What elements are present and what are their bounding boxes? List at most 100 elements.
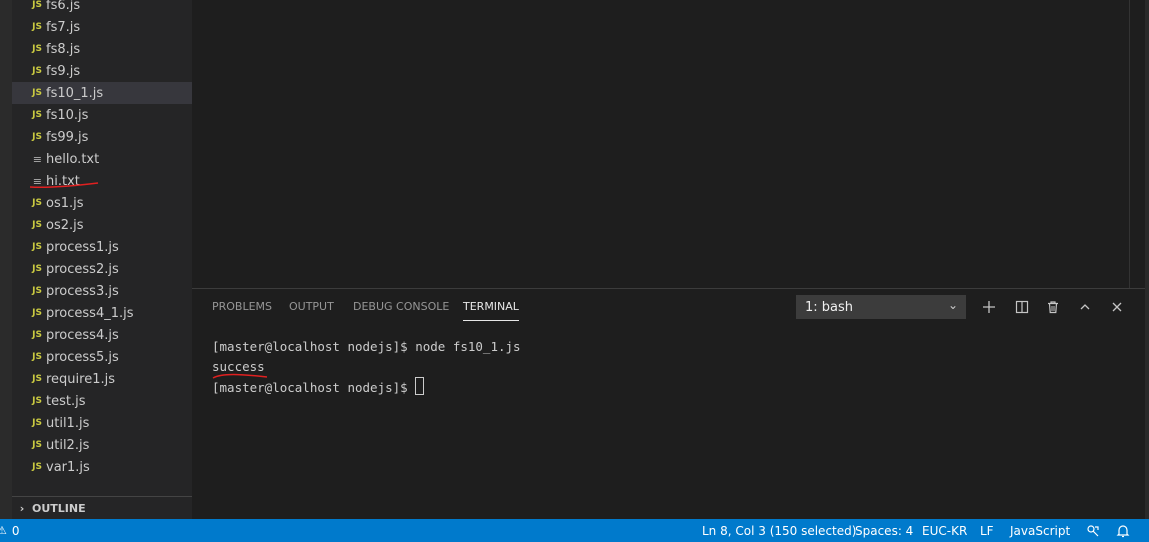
js-file-icon: JS (32, 286, 42, 296)
text-file-icon: ≡ (32, 152, 42, 166)
close-panel-button[interactable] (1106, 296, 1128, 318)
file-icon-wrapper: JS (12, 286, 46, 296)
terminal-output[interactable]: [master@localhost nodejs]$ node fs10_1.j… (212, 337, 521, 397)
file-name: fs6.js (46, 0, 81, 13)
file-icon-wrapper: JS (12, 198, 46, 208)
file-item[interactable]: JS fs99.js (12, 126, 192, 148)
tab-terminal[interactable]: TERMINAL (463, 300, 519, 321)
js-file-icon: JS (32, 110, 42, 120)
file-name: hi.txt (46, 173, 80, 189)
file-item[interactable]: JS process4.js (12, 324, 192, 346)
terminal-line: [master@localhost nodejs]$ node fs10_1.j… (212, 339, 521, 354)
problems-status[interactable]: ⚠ 0 (0, 519, 20, 542)
file-name: var1.js (46, 459, 90, 475)
file-item[interactable]: JS fs7.js (12, 16, 192, 38)
warning-icon: ⚠ (0, 524, 7, 537)
file-icon-wrapper: JS (12, 110, 46, 120)
file-item[interactable]: JS os2.js (12, 214, 192, 236)
file-icon-wrapper: JS (12, 264, 46, 274)
plus-icon (983, 301, 995, 313)
file-icon-wrapper: ≡ (12, 153, 46, 166)
file-item[interactable]: JS os1.js (12, 192, 192, 214)
file-icon-wrapper: JS (12, 132, 46, 142)
chevron-up-icon (1080, 304, 1090, 310)
file-item[interactable]: JS process2.js (12, 258, 192, 280)
trash-icon (1048, 301, 1058, 314)
file-item[interactable]: ≡ hello.txt (12, 148, 192, 170)
problems-count: 0 (11, 523, 20, 538)
file-name: process2.js (46, 261, 119, 277)
tab-debug-console[interactable]: DEBUG CONSOLE (353, 300, 449, 320)
file-item[interactable]: JS util1.js (12, 412, 192, 434)
tab-output[interactable]: OUTPUT (289, 300, 334, 320)
file-name: fs10.js (46, 107, 89, 123)
file-icon-wrapper: JS (12, 462, 46, 472)
encoding-status[interactable]: EUC-KR (922, 519, 967, 542)
file-name: fs7.js (46, 19, 81, 35)
file-item[interactable]: JS process3.js (12, 280, 192, 302)
file-item[interactable]: JS test.js (12, 390, 192, 412)
file-icon-wrapper: JS (12, 66, 46, 76)
notifications-button[interactable] (1116, 519, 1130, 542)
file-item[interactable]: JS process4_1.js (12, 302, 192, 324)
file-name: util1.js (46, 415, 90, 431)
file-item[interactable]: JS process5.js (12, 346, 192, 368)
eol-status[interactable]: LF (980, 519, 994, 542)
js-file-icon: JS (32, 88, 42, 98)
js-file-icon: JS (32, 66, 42, 76)
js-file-icon: JS (32, 0, 42, 10)
file-icon-wrapper: JS (12, 374, 46, 384)
file-item[interactable]: JS fs10.js (12, 104, 192, 126)
file-item[interactable]: JS require1.js (12, 368, 192, 390)
file-item[interactable]: JS fs6.js (12, 0, 192, 16)
file-name: process3.js (46, 283, 119, 299)
terminal-select-dropdown[interactable]: 1: bash ⌄ (796, 295, 966, 319)
file-name: process4_1.js (46, 305, 134, 321)
file-name: util2.js (46, 437, 90, 453)
file-name: require1.js (46, 371, 116, 387)
file-icon-wrapper: JS (12, 0, 46, 10)
bell-icon (1116, 524, 1130, 537)
explorer-sidebar: JS fs6.js JS fs7.js JS fs8.js JS fs9.js JS fs10_1… (12, 0, 192, 519)
file-icon-wrapper: JS (12, 440, 46, 450)
file-item[interactable]: JS process1.js (12, 236, 192, 258)
file-icon-wrapper: JS (12, 242, 46, 252)
tab-problems[interactable]: PROBLEMS (212, 300, 272, 320)
terminal-select-value: 1: bash (805, 299, 854, 315)
outline-section-header[interactable]: › OUTLINE (12, 498, 192, 518)
file-item[interactable]: JS fs8.js (12, 38, 192, 60)
outline-divider (12, 496, 192, 497)
file-item[interactable]: JS fs10_1.js (12, 82, 192, 104)
cursor-position[interactable]: Ln 8, Col 3 (150 selected) (702, 519, 856, 542)
editor-scrollbar-track[interactable] (1129, 0, 1130, 288)
file-item[interactable]: JS var1.js (12, 456, 192, 478)
js-file-icon: JS (32, 22, 42, 32)
close-icon (1112, 302, 1122, 312)
file-icon-wrapper: JS (12, 88, 46, 98)
js-file-icon: JS (32, 242, 42, 252)
js-file-icon: JS (32, 374, 42, 384)
file-name: process5.js (46, 349, 119, 365)
file-item[interactable]: JS util2.js (12, 434, 192, 456)
file-item[interactable]: JS fs9.js (12, 60, 192, 82)
split-terminal-button[interactable] (1011, 296, 1033, 318)
file-icon-wrapper: JS (12, 396, 46, 406)
indentation-status[interactable]: Spaces: 4 (855, 519, 913, 542)
js-file-icon: JS (32, 308, 42, 318)
js-file-icon: JS (32, 198, 42, 208)
language-mode[interactable]: JavaScript (1010, 519, 1070, 542)
chevron-down-icon: ⌄ (947, 298, 958, 312)
file-item[interactable]: ≡ hi.txt (12, 170, 192, 192)
file-icon-wrapper: JS (12, 418, 46, 428)
file-icon-wrapper: ≡ (12, 175, 46, 188)
editor-area[interactable] (192, 0, 1149, 288)
js-file-icon: JS (32, 462, 42, 472)
terminal-prompt-line: [master@localhost nodejs]$ (212, 377, 521, 397)
maximize-panel-button[interactable] (1074, 296, 1096, 318)
kill-terminal-button[interactable] (1042, 296, 1064, 318)
new-terminal-button[interactable] (978, 296, 1000, 318)
file-name: process4.js (46, 327, 119, 343)
js-file-icon: JS (32, 220, 42, 230)
js-file-icon: JS (32, 352, 42, 362)
feedback-button[interactable] (1086, 519, 1100, 542)
